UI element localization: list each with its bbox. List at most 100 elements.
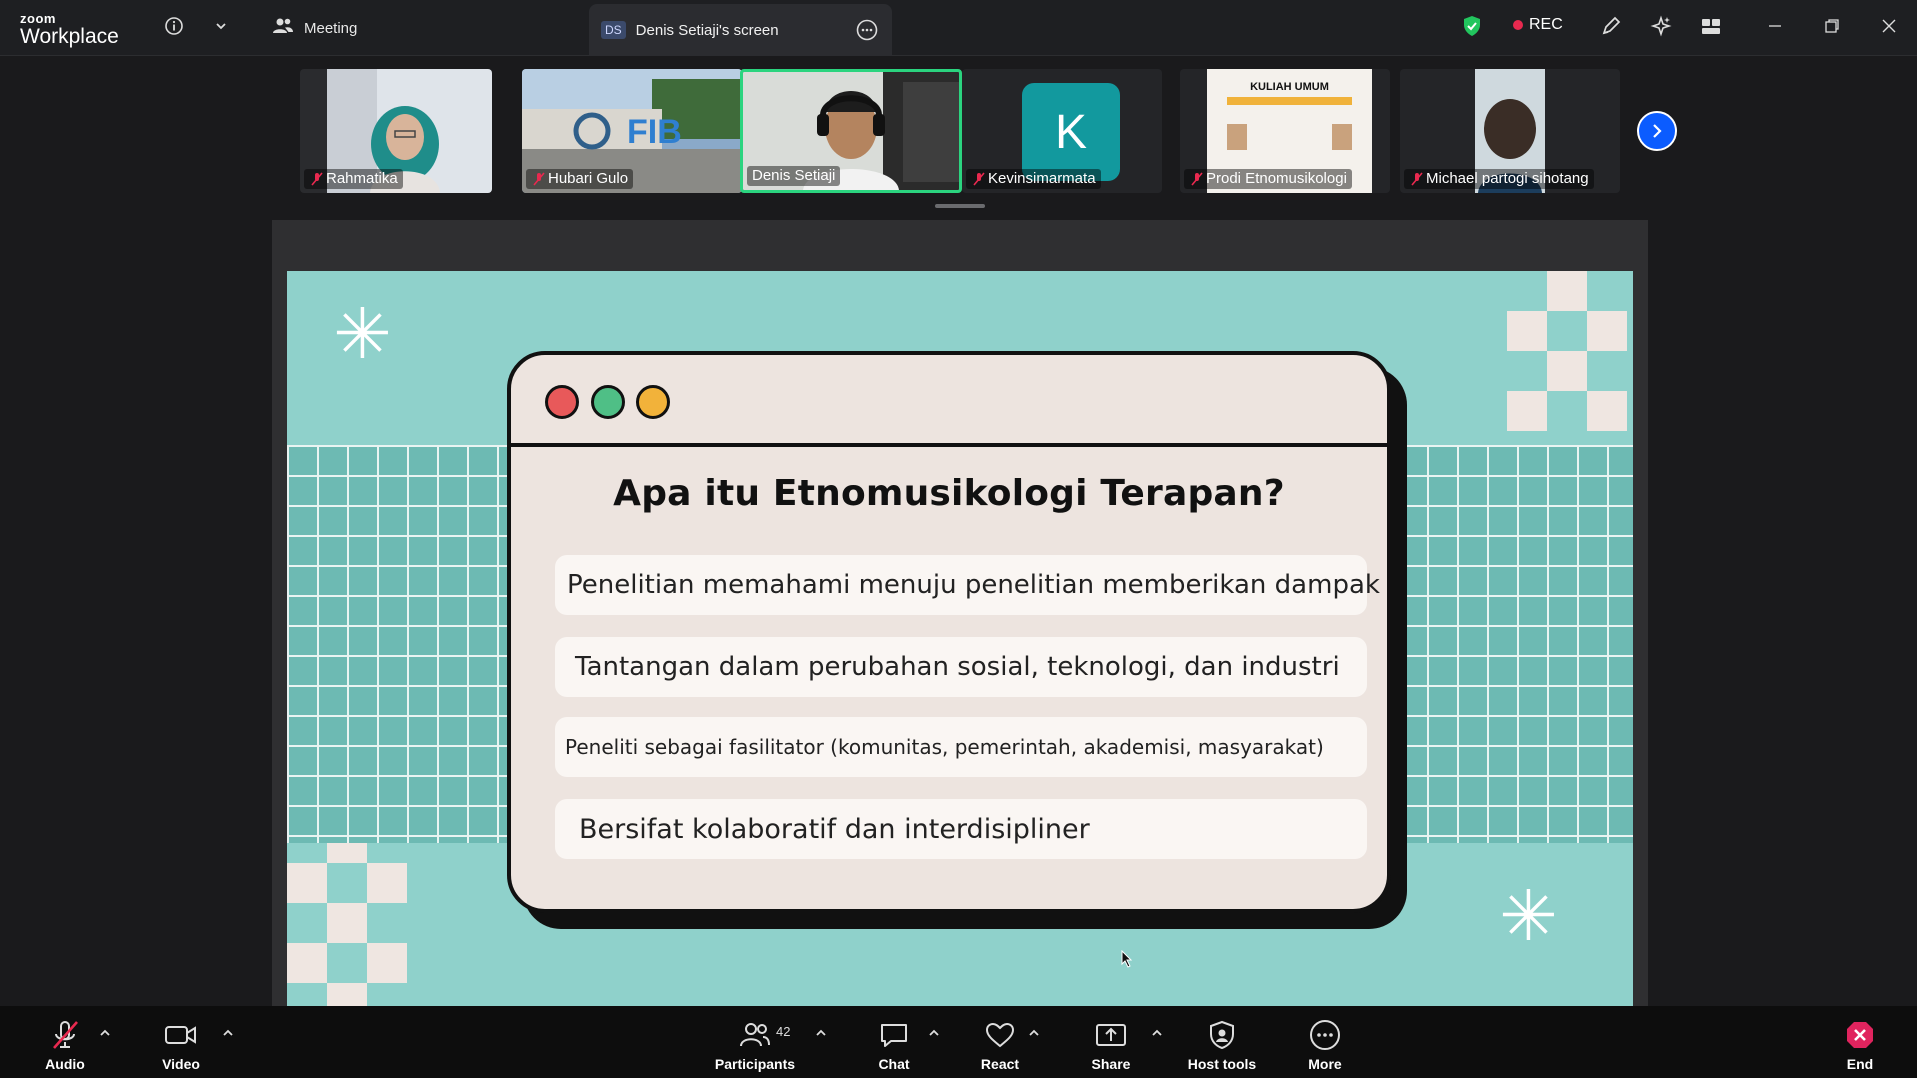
more-icon [1309, 1017, 1341, 1053]
host-tools-label: Host tools [1187, 1056, 1257, 1072]
video-button[interactable]: Video [152, 1006, 210, 1078]
asterisk-decoration-icon: ✳ [333, 295, 392, 373]
title-bar: zoom Workplace Meeting DS Denis Setiaji'… [0, 0, 1917, 56]
participant-name-label: Hubari Gulo [548, 170, 629, 187]
react-label: React [980, 1056, 1020, 1072]
slide-point: Peneliti sebagai fasilitator (komunitas,… [555, 717, 1367, 777]
minimize-icon[interactable] [1763, 14, 1787, 38]
audio-button[interactable]: Audio [36, 1006, 94, 1078]
chevron-up-icon [929, 1029, 939, 1036]
record-dot-icon [1513, 20, 1523, 30]
end-icon [1845, 1017, 1875, 1053]
react-heart-icon [984, 1017, 1016, 1053]
mouse-cursor-icon [1121, 950, 1133, 968]
restore-icon[interactable] [1820, 14, 1844, 38]
video-tile-prodi-etnomusikologi[interactable]: KULIAH UMUM Prodi Etnomusikologi [1180, 69, 1390, 193]
video-tile-michael-partogi-sihotang[interactable]: Michael partogi sihotang [1400, 69, 1620, 193]
participant-name: Michael partogi sihotang [1404, 169, 1594, 189]
annotate-icon[interactable] [1599, 14, 1623, 38]
red-light-icon [545, 385, 579, 419]
tab-meeting[interactable]: Meeting [272, 14, 357, 42]
slide-point: Tantangan dalam perubahan sosial, teknol… [555, 637, 1367, 697]
participant-name: Denis Setiaji [747, 166, 841, 186]
shield-icon[interactable] [1460, 14, 1484, 38]
svg-text:FIB: FIB [627, 113, 682, 151]
end-label: End [1846, 1056, 1874, 1072]
participants-label: Participants [714, 1056, 796, 1072]
host-tools-button[interactable]: Host tools [1186, 1006, 1258, 1078]
window-title-bar [511, 355, 1387, 447]
share-button[interactable]: Share [1085, 1006, 1137, 1078]
participant-name-label: Rahmatika [326, 170, 398, 187]
muted-mic-icon [1411, 172, 1423, 186]
host-tools-shield-icon [1208, 1017, 1236, 1053]
chevron-right-icon [1653, 124, 1662, 138]
recording-indicator[interactable]: REC [1513, 16, 1563, 34]
chevron-up-icon [100, 1029, 110, 1036]
react-options-caret[interactable] [1026, 1024, 1042, 1040]
more-label: More [1308, 1056, 1342, 1072]
asterisk-decoration-icon: ✳ [1499, 877, 1558, 955]
slide-window-card: Apa itu Etnomusikologi Terapan? Peneliti… [507, 351, 1407, 929]
chat-options-caret[interactable] [926, 1024, 942, 1040]
chevron-up-icon [1029, 1029, 1039, 1036]
muted-mic-icon [973, 172, 985, 186]
chevron-up-icon [223, 1029, 233, 1036]
end-meeting-button[interactable]: End [1842, 1006, 1878, 1078]
sharer-initials: DS [601, 21, 626, 39]
participant-name: Rahmatika [304, 169, 403, 189]
chat-button[interactable]: Chat [870, 1006, 918, 1078]
slide-point: Bersifat kolaboratif dan interdisipliner [555, 799, 1367, 859]
info-icon[interactable] [162, 14, 186, 38]
chevron-up-icon [816, 1029, 826, 1036]
slide-point: Penelitian memahami menuju penelitian me… [555, 555, 1380, 615]
video-tile-rahmatika[interactable]: Rahmatika [300, 69, 492, 193]
video-label: Video [162, 1056, 200, 1072]
share-screen-icon [1095, 1017, 1127, 1053]
next-page-button[interactable] [1637, 111, 1677, 151]
participants-options-caret[interactable] [813, 1024, 829, 1040]
zoom-logo: zoom Workplace [20, 12, 119, 47]
participant-name-label: Kevinsimarmata [988, 170, 1096, 187]
audio-label: Audio [45, 1056, 85, 1072]
chat-icon [879, 1017, 909, 1053]
strip-resize-handle[interactable] [935, 204, 985, 208]
participants-icon [739, 1017, 771, 1053]
audio-options-caret[interactable] [97, 1024, 113, 1040]
avatar: K [1022, 83, 1120, 181]
video-camera-icon [164, 1017, 198, 1053]
participants-button[interactable]: Participants [712, 1006, 798, 1078]
chevron-down-icon[interactable] [209, 14, 233, 38]
slide-title: Apa itu Etnomusikologi Terapan? [613, 473, 1285, 514]
video-tile-denis-setiaji[interactable]: Denis Setiaji [740, 69, 962, 193]
logo-brand: zoom [20, 11, 56, 26]
muted-mic-icon [311, 172, 323, 186]
participants-icon [272, 17, 294, 39]
react-button[interactable]: React [975, 1006, 1025, 1078]
share-label: Share [1091, 1056, 1131, 1072]
meeting-controls-bar: Audio Video Participants Chat React Shar… [0, 1006, 1917, 1078]
participant-name-label: Denis Setiaji [752, 167, 836, 184]
poster-title: KULIAH UMUM [1250, 81, 1329, 93]
video-tile-kevinsimarmata[interactable]: K Kevinsimarmata [962, 69, 1162, 193]
chevron-up-icon [1152, 1029, 1162, 1036]
video-options-caret[interactable] [220, 1024, 236, 1040]
muted-mic-icon [533, 172, 545, 186]
presentation-slide: ✳ ✳ Apa itu Etnomusikologi Terapan? Pene… [287, 271, 1633, 1006]
participant-name: Prodi Etnomusikologi [1184, 169, 1352, 189]
participant-name: Kevinsimarmata [966, 169, 1101, 189]
video-tile-hubari-gulo[interactable]: FIB Hubari Gulo [522, 69, 742, 193]
green-light-icon [591, 385, 625, 419]
apps-icon[interactable] [1699, 14, 1723, 38]
more-button[interactable]: More [1304, 1006, 1346, 1078]
ai-companion-icon[interactable] [1649, 14, 1673, 38]
tab-shared-screen[interactable]: DS Denis Setiaji's screen [589, 4, 892, 56]
tab-meeting-label: Meeting [304, 19, 358, 37]
more-icon[interactable] [856, 19, 878, 45]
participant-name: Hubari Gulo [526, 169, 634, 189]
muted-mic-icon [1191, 172, 1203, 186]
muted-mic-icon [50, 1017, 80, 1053]
logo-product: Workplace [20, 25, 119, 48]
close-icon[interactable] [1877, 14, 1901, 38]
share-options-caret[interactable] [1149, 1024, 1165, 1040]
